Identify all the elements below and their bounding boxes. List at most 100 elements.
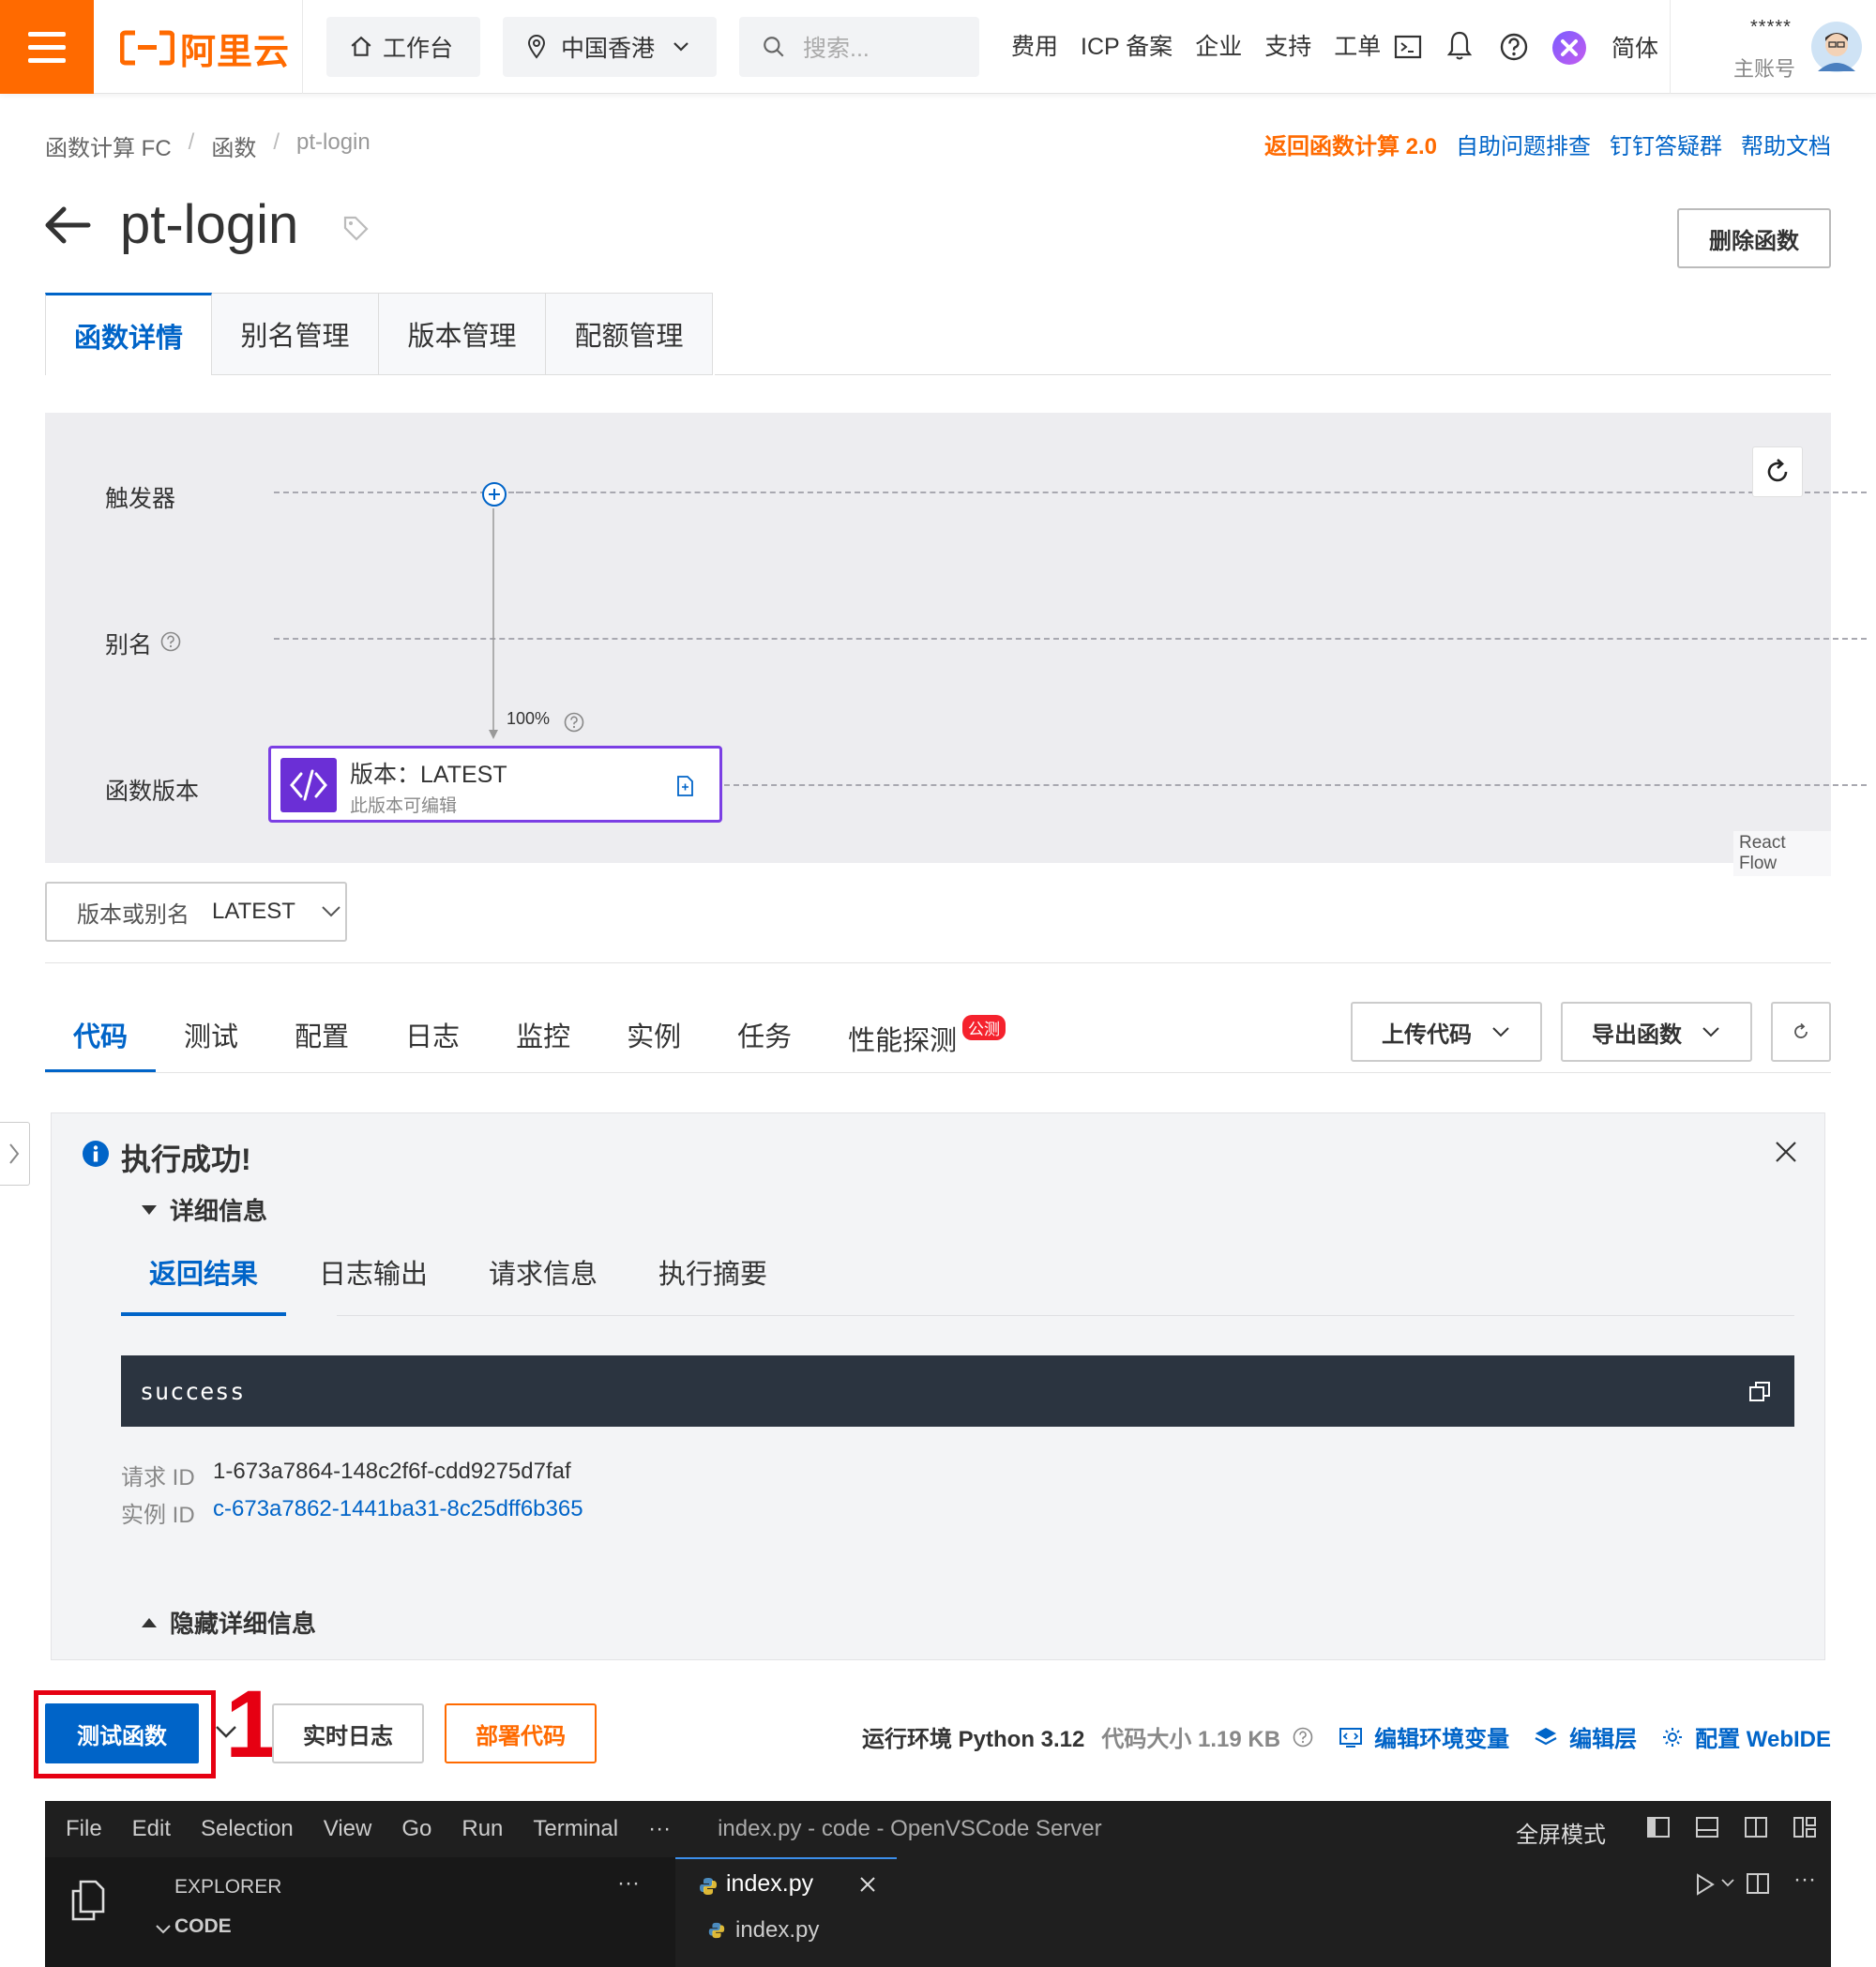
nav-link-icp[interactable]: ICP 备案 [1081, 28, 1172, 62]
export-function-button[interactable]: 导出函数 [1561, 1002, 1752, 1062]
search-input[interactable]: 搜索... [739, 17, 979, 77]
realtime-log-button[interactable]: 实时日志 [272, 1703, 424, 1763]
toggle-sidebar-icon[interactable] [1645, 1814, 1672, 1840]
edit-env-vars-link[interactable]: 编辑环境变量 [1374, 1720, 1509, 1753]
function-tabs: 函数详情 别名管理 版本管理 配额管理 [45, 293, 713, 375]
copy-icon[interactable] [1747, 1380, 1772, 1404]
chevron-down-icon [156, 1925, 171, 1934]
tab-execution-summary[interactable]: 执行摘要 [630, 1252, 795, 1316]
help-docs-link[interactable]: 帮助文档 [1741, 128, 1831, 160]
execution-result-panel: 执行成功! 详细信息 返回结果 日志输出 请求信息 执行摘要 success 请… [51, 1112, 1825, 1660]
add-trigger-icon[interactable] [480, 480, 508, 508]
config-webide-link[interactable]: 配置 WebIDE [1695, 1720, 1831, 1753]
result-output-box: success [121, 1355, 1794, 1427]
toggle-panel-icon[interactable] [1694, 1814, 1720, 1840]
flow-refresh-button[interactable] [1752, 446, 1803, 497]
traffic-help-icon[interactable] [563, 711, 585, 734]
refresh-code-button[interactable] [1771, 1002, 1831, 1062]
customize-layout-icon[interactable] [1792, 1814, 1818, 1840]
alias-help-icon[interactable] [159, 630, 182, 653]
tab-instances[interactable]: 实例 [598, 1002, 709, 1073]
menu-terminal[interactable]: Terminal [533, 1816, 618, 1842]
folder-code[interactable]: CODE [174, 1915, 232, 1938]
back-to-fc2-link[interactable]: 返回函数计算 2.0 [1264, 128, 1437, 160]
hamburger-menu-button[interactable] [0, 0, 94, 94]
breadcrumb-functions[interactable]: 函数 [211, 129, 256, 162]
menu-run[interactable]: Run [461, 1816, 503, 1842]
tab-test[interactable]: 测试 [156, 1002, 266, 1073]
account-name[interactable]: ***** [1750, 17, 1792, 38]
react-flow-attribution[interactable]: React Flow [1733, 831, 1831, 876]
run-options-chevron-icon[interactable] [1720, 1878, 1735, 1889]
search-icon [764, 37, 784, 57]
nav-link-support[interactable]: 支持 [1264, 28, 1311, 62]
instance-id-link[interactable]: c-673a7862-1441ba31-8c25dff6b365 [213, 1496, 583, 1522]
edit-layer-link[interactable]: 编辑层 [1569, 1720, 1637, 1753]
close-tab-icon[interactable] [857, 1874, 878, 1895]
explorer-more-button[interactable]: ··· [617, 1870, 640, 1897]
version-alias-select[interactable]: 版本或别名 LATEST [45, 882, 347, 942]
tab-code[interactable]: 代码 [45, 1002, 157, 1073]
menu-file[interactable]: File [66, 1816, 102, 1842]
menu-edit[interactable]: Edit [132, 1816, 171, 1842]
tab-perf-probe[interactable]: 性能探测 [820, 1002, 985, 1073]
breadcrumb-current: pt-login [296, 129, 371, 155]
breadcrumb-fc[interactable]: 函数计算 FC [45, 129, 172, 162]
code-size-help-icon[interactable] [1292, 1726, 1314, 1748]
troubleshoot-link[interactable]: 自助问题排查 [1456, 128, 1591, 160]
tab-monitor[interactable]: 监控 [488, 1002, 598, 1073]
sidebar-expand-handle[interactable] [0, 1122, 30, 1186]
tab-config[interactable]: 配置 [266, 1002, 377, 1073]
nav-link-billing[interactable]: 费用 [1011, 28, 1058, 62]
workbench-button[interactable]: 工作台 [326, 17, 480, 77]
details-toggle[interactable]: 详细信息 [140, 1192, 267, 1227]
nav-link-ticket[interactable]: 工单 [1334, 28, 1381, 62]
menu-more[interactable]: ··· [648, 1816, 671, 1842]
tab-return-result[interactable]: 返回结果 [121, 1252, 287, 1316]
breadcrumb: 函数计算 FC / 函数 / pt-login [45, 129, 371, 162]
dingtalk-group-link[interactable]: 钉钉答疑群 [1610, 128, 1722, 160]
tab-request-info[interactable]: 请求信息 [461, 1252, 626, 1316]
hide-details-toggle[interactable]: 隐藏详细信息 [140, 1605, 316, 1640]
delete-function-button[interactable]: 删除函数 [1677, 208, 1831, 268]
close-icon[interactable] [1774, 1140, 1798, 1164]
help-circle-icon[interactable] [1499, 32, 1529, 62]
traffic-percent: 100% [507, 709, 551, 728]
tag-icon[interactable] [341, 214, 370, 242]
tab-quota-management[interactable]: 配额管理 [546, 293, 713, 375]
language-switch[interactable]: 简体 [1611, 30, 1658, 64]
tab-version-management[interactable]: 版本管理 [379, 293, 546, 375]
ai-assistant-icon[interactable] [1551, 30, 1587, 66]
nav-link-enterprise[interactable]: 企业 [1195, 28, 1242, 62]
bell-icon[interactable] [1446, 30, 1473, 62]
toggle-secondary-sidebar-icon[interactable] [1743, 1814, 1769, 1840]
upload-code-button[interactable]: 上传代码 [1351, 1002, 1542, 1062]
tab-log-output[interactable]: 日志输出 [291, 1252, 456, 1316]
split-editor-icon[interactable] [1745, 1870, 1771, 1897]
version-doc-icon[interactable] [674, 775, 695, 797]
terminal-icon[interactable] [1394, 34, 1422, 60]
editor-tab-index-py[interactable]: index.py [675, 1857, 897, 1910]
back-arrow-icon[interactable] [43, 204, 92, 246]
region-selector[interactable]: 中国香港 [503, 17, 717, 77]
tab-function-details[interactable]: 函数详情 [45, 293, 212, 375]
explorer-title: EXPLORER [174, 1876, 282, 1898]
vscode-menubar: File Edit Selection View Go Run Terminal… [45, 1801, 1831, 1857]
menu-view[interactable]: View [324, 1816, 372, 1842]
tab-logs[interactable]: 日志 [377, 1002, 488, 1073]
avatar[interactable] [1810, 21, 1863, 73]
flow-row-version: 函数版本 [105, 779, 200, 805]
location-pin-icon [527, 35, 546, 59]
explorer-files-icon[interactable] [68, 1878, 109, 1923]
fullscreen-mode-button[interactable]: 全屏模式 [1516, 1816, 1606, 1849]
menu-go[interactable]: Go [401, 1816, 431, 1842]
editor-breadcrumb-file[interactable]: index.py [735, 1917, 819, 1944]
menu-selection[interactable]: Selection [201, 1816, 294, 1842]
version-latest-node[interactable]: 版本：LATEST 此版本可编辑 [268, 746, 722, 823]
deploy-code-button[interactable]: 部署代码 [445, 1703, 597, 1763]
tab-alias-management[interactable]: 别名管理 [212, 293, 379, 375]
editor-more-actions[interactable]: ··· [1793, 1867, 1816, 1893]
tab-tasks[interactable]: 任务 [709, 1002, 820, 1073]
run-python-icon[interactable] [1694, 1872, 1717, 1897]
aliyun-logo[interactable]: 阿里云 [120, 26, 290, 72]
